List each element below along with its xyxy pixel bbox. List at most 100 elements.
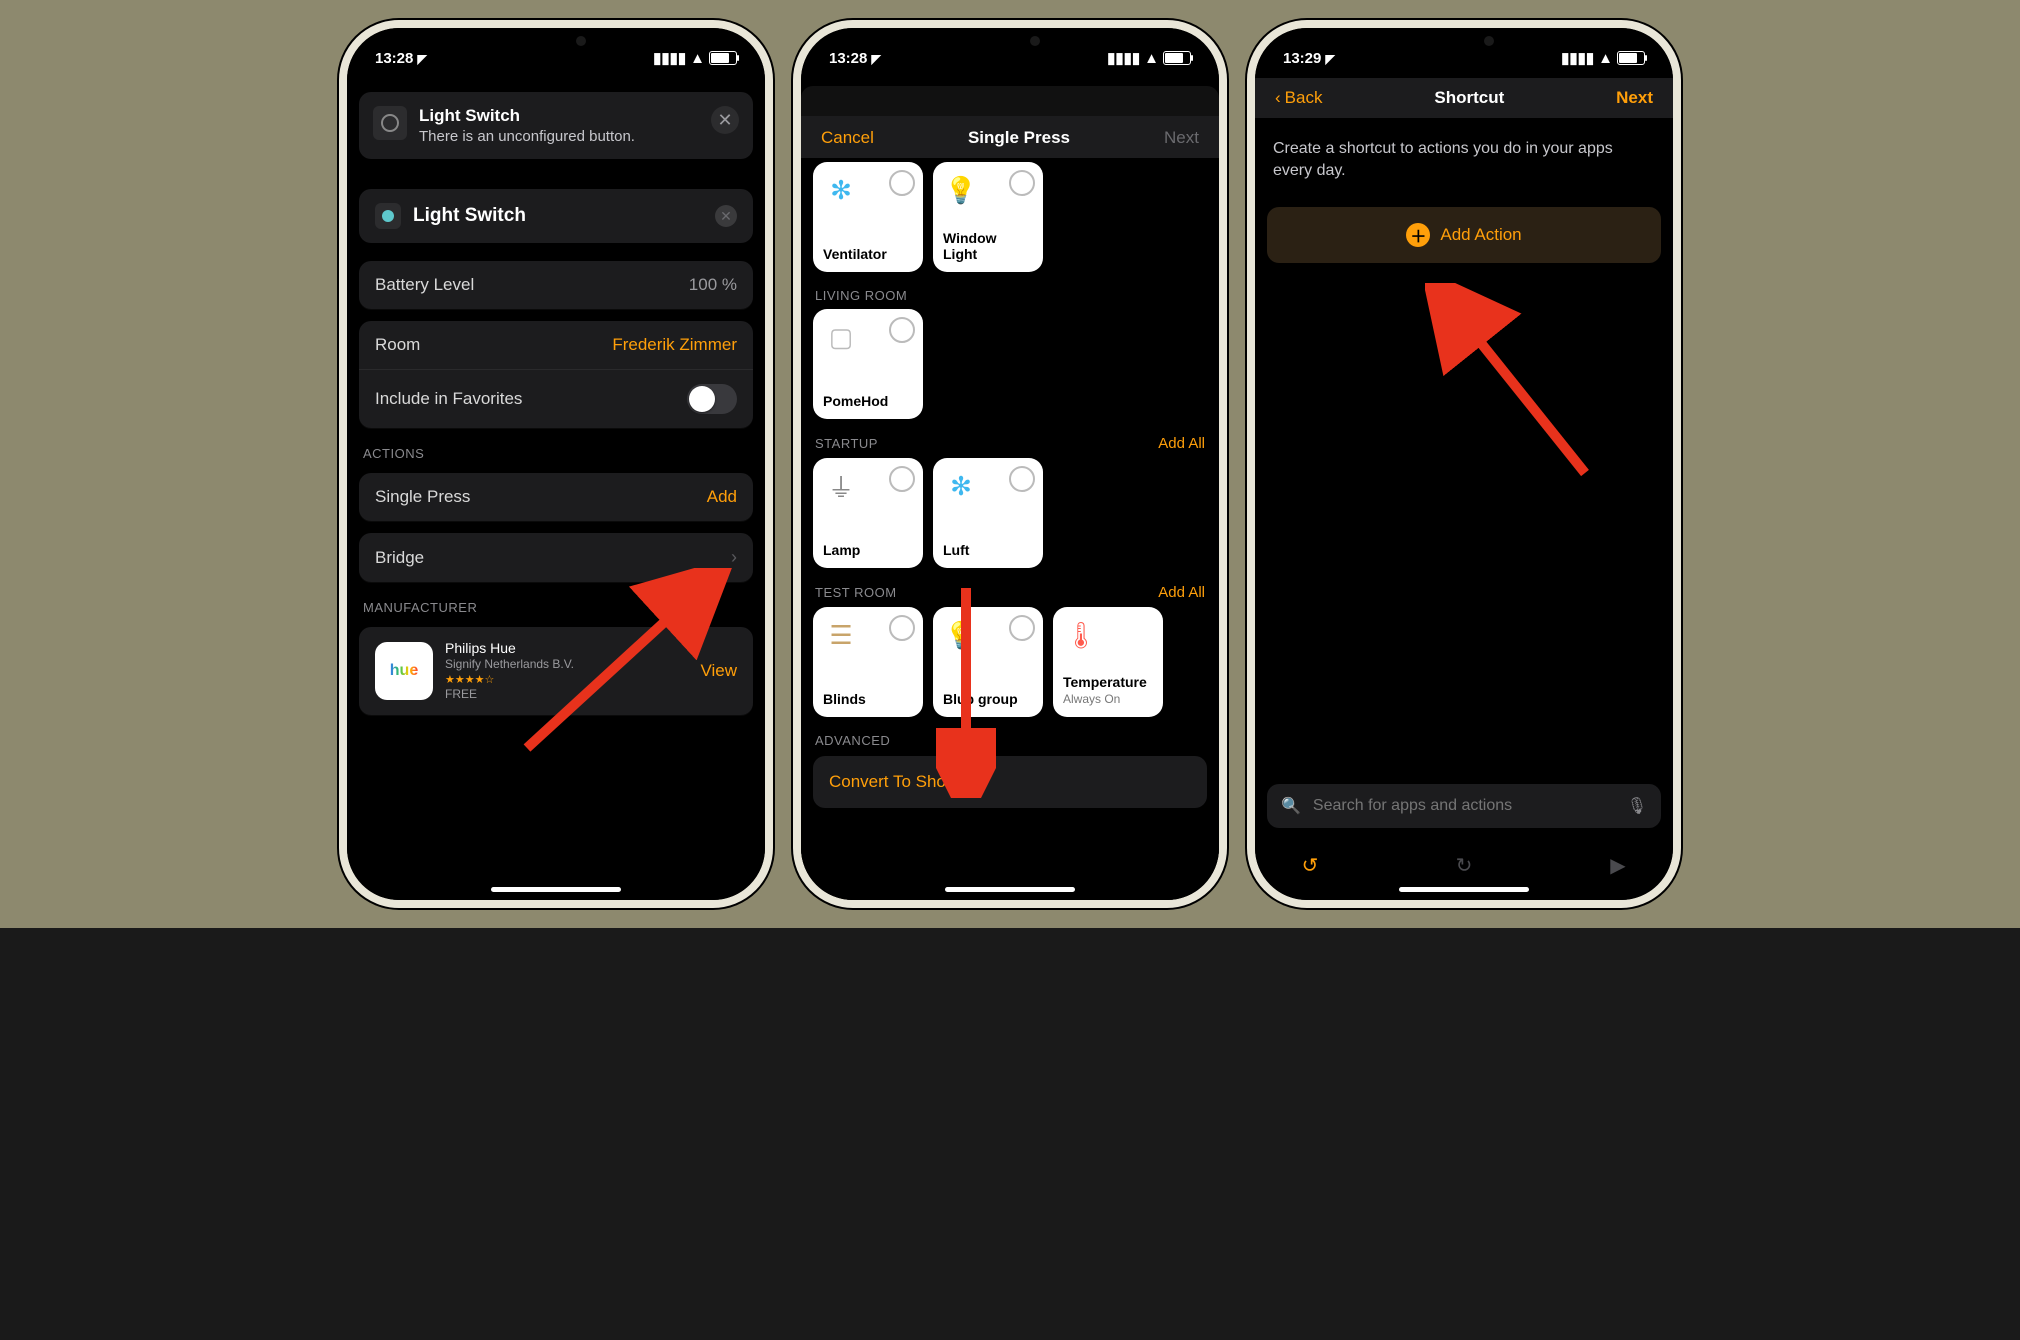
battery-icon xyxy=(1617,51,1645,65)
room-label: Room xyxy=(375,335,420,355)
selection-circle-icon[interactable] xyxy=(1009,466,1035,492)
tile-label: Luft xyxy=(943,542,1033,558)
add-all-testroom-button[interactable]: Add All xyxy=(1158,584,1205,601)
room-cell[interactable]: Room Frederik Zimmer xyxy=(359,321,753,369)
single-press-label: Single Press xyxy=(375,487,470,507)
nav-bar: ‹Back Shortcut Next xyxy=(1255,78,1673,118)
tile-label: Temperature xyxy=(1063,674,1147,690)
manufacturer-view-button[interactable]: View xyxy=(700,661,737,681)
chevron-left-icon: ‹ xyxy=(1275,88,1281,108)
favorites-label: Include in Favorites xyxy=(375,389,522,409)
tile-label: Ventilator xyxy=(823,246,913,262)
convert-to-shortcut-button[interactable]: Convert To Shortcut xyxy=(813,756,1207,808)
wifi-icon: ▲ xyxy=(1144,50,1159,67)
undo-button[interactable]: ↺ xyxy=(1295,850,1325,880)
section-startup: STARTUP xyxy=(815,436,878,451)
run-button: ▶ xyxy=(1603,850,1633,880)
section-living-room: LIVING ROOM xyxy=(815,288,907,303)
bulb-icon: 💡 xyxy=(943,617,979,653)
tile-label: Blinds xyxy=(823,691,913,707)
selection-circle-icon[interactable] xyxy=(889,170,915,196)
home-indicator[interactable] xyxy=(945,887,1075,892)
wifi-icon: ▲ xyxy=(1598,50,1613,67)
battery-icon xyxy=(709,51,737,65)
single-press-add-button[interactable]: Add xyxy=(707,487,737,507)
wifi-icon: ▲ xyxy=(690,50,705,67)
selection-circle-icon[interactable] xyxy=(1009,615,1035,641)
add-action-button[interactable]: ＋ Add Action xyxy=(1267,207,1661,263)
manufacturer-company: Signify Netherlands B.V. xyxy=(445,657,688,673)
nav-title: Shortcut xyxy=(1434,88,1504,108)
outlet-icon: ⏚ xyxy=(823,468,859,504)
clear-text-icon[interactable]: ✕ xyxy=(715,205,737,227)
signal-icon: ▮▮▮▮ xyxy=(653,49,686,67)
tile-label: Blub group xyxy=(943,691,1033,707)
room-value: Frederik Zimmer xyxy=(612,335,737,355)
accessory-name-label: Light Switch xyxy=(413,205,703,227)
sheet-header: Cancel Single Press Next xyxy=(801,116,1219,158)
tile-temperature[interactable]: 🌡 Temperature Always On xyxy=(1053,607,1163,717)
add-all-startup-button[interactable]: Add All xyxy=(1158,435,1205,452)
shortcut-description: Create a shortcut to actions you do in y… xyxy=(1273,138,1655,183)
banner-title: Light Switch xyxy=(419,106,699,126)
tile-sublabel: Always On xyxy=(1063,692,1120,706)
fan-icon: ✻ xyxy=(823,172,859,208)
next-button[interactable]: Next xyxy=(1616,88,1653,108)
status-time: 13:28 xyxy=(829,50,867,67)
selection-circle-icon[interactable] xyxy=(1009,170,1035,196)
manufacturer-header: MANUFACTURER xyxy=(363,600,749,615)
next-button[interactable]: Next xyxy=(1164,128,1199,148)
hue-logo-icon: hue xyxy=(375,642,433,700)
selection-circle-icon[interactable] xyxy=(889,615,915,641)
sheet-title: Single Press xyxy=(968,128,1070,148)
microphone-icon[interactable]: 🎙 xyxy=(1627,796,1647,816)
tile-label: Window Light xyxy=(943,230,1033,262)
tile-label: PomeHod xyxy=(823,393,913,409)
battery-icon xyxy=(1163,51,1191,65)
bridge-cell[interactable]: Bridge › xyxy=(359,533,753,582)
chevron-right-icon: › xyxy=(731,547,737,568)
tile-window-light[interactable]: 💡 Window Light xyxy=(933,162,1043,272)
close-icon[interactable]: ✕ xyxy=(711,106,739,134)
redo-button: ↻ xyxy=(1449,850,1479,880)
tile-pomehod[interactable]: ▢ PomeHod xyxy=(813,309,923,419)
switch-icon xyxy=(373,106,407,140)
accessory-name-field[interactable]: Light Switch ✕ xyxy=(359,189,753,243)
tile-lamp[interactable]: ⏚ Lamp xyxy=(813,458,923,568)
battery-level-value: 100 % xyxy=(689,275,737,295)
star-rating-icon: ★★★★☆ xyxy=(445,673,688,687)
search-input[interactable] xyxy=(1311,796,1617,816)
notch xyxy=(1364,28,1564,56)
tile-blinds[interactable]: ☰ Blinds xyxy=(813,607,923,717)
manufacturer-name: Philips Hue xyxy=(445,639,688,657)
location-icon: ◤ xyxy=(1326,52,1335,66)
selection-circle-icon[interactable] xyxy=(889,466,915,492)
favorites-toggle[interactable] xyxy=(687,384,737,414)
manufacturer-price: FREE xyxy=(445,687,688,703)
tile-ventilator[interactable]: ✻ Ventilator xyxy=(813,162,923,272)
cancel-button[interactable]: Cancel xyxy=(821,128,874,148)
tile-label: Lamp xyxy=(823,542,913,558)
fan-icon: ✻ xyxy=(943,468,979,504)
selection-circle-icon[interactable] xyxy=(889,317,915,343)
banner-subtitle: There is an unconfigured button. xyxy=(419,128,699,145)
notch xyxy=(456,28,656,56)
section-advanced: ADVANCED xyxy=(815,733,890,748)
search-icon: 🔍 xyxy=(1281,796,1301,816)
bridge-label: Bridge xyxy=(375,548,424,568)
section-test-room: TEST ROOM xyxy=(815,585,897,600)
signal-icon: ▮▮▮▮ xyxy=(1107,49,1140,67)
tile-luft[interactable]: ✻ Luft xyxy=(933,458,1043,568)
accessory-color-icon xyxy=(375,203,401,229)
tile-blub-group[interactable]: 💡 Blub group xyxy=(933,607,1043,717)
single-press-cell[interactable]: Single Press Add xyxy=(359,473,753,521)
manufacturer-cell[interactable]: hue Philips Hue Signify Netherlands B.V.… xyxy=(359,627,753,715)
add-action-label: Add Action xyxy=(1440,225,1521,245)
home-indicator[interactable] xyxy=(491,887,621,892)
phone-3-shortcut-editor: 13:29 ◤ ▮▮▮▮ ▲ ‹Back Shortcut Next Creat… xyxy=(1247,20,1681,908)
signal-icon: ▮▮▮▮ xyxy=(1561,49,1594,67)
home-indicator[interactable] xyxy=(1399,887,1529,892)
back-button[interactable]: ‹Back xyxy=(1275,88,1322,108)
search-field[interactable]: 🔍 🎙 xyxy=(1267,784,1661,828)
thermometer-icon: 🌡 xyxy=(1063,617,1099,653)
